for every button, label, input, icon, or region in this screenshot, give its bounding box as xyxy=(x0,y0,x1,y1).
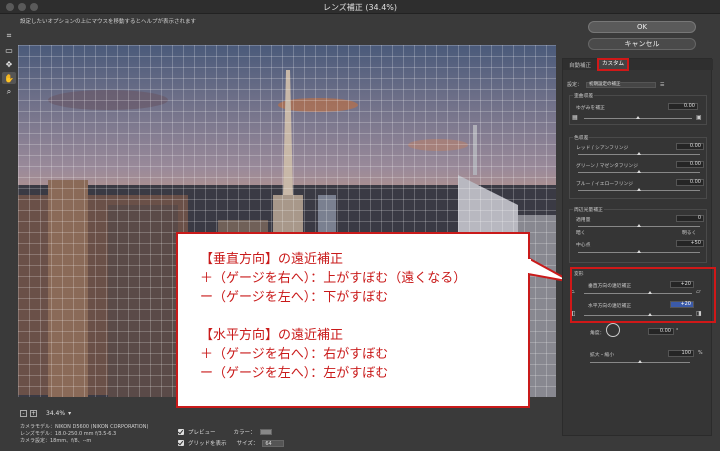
vignette-title: 周辺光量補正 xyxy=(573,206,604,213)
chromatic-title: 色収差 xyxy=(573,134,590,141)
distortion-slider[interactable] xyxy=(584,116,692,119)
preview-option[interactable]: プレビュー カラー： xyxy=(178,428,272,436)
camera-model: カメラモデル：NIKON D5600 (NIKON CORPORATION) xyxy=(20,424,149,430)
callout-line-1: 【垂直方向】の遠近補正 xyxy=(200,252,344,267)
callout-line-4: 【水平方向】の遠近補正 xyxy=(200,328,344,343)
angle-value[interactable]: 0.00 xyxy=(648,328,674,335)
distortion-value[interactable]: 0.00 xyxy=(668,103,698,110)
vignette-midpoint-value[interactable]: +50 xyxy=(676,240,704,247)
distortion-title: 歪曲収差 xyxy=(573,92,595,99)
lens-model: レンズモデル：18.0-250.0 mm f/3.5-6.3 xyxy=(20,431,117,437)
pincushion-icon: ▦ xyxy=(572,114,578,121)
camera-info: カメラモデル：NIKON D5600 (NIKON CORPORATION) レ… xyxy=(20,424,148,445)
callout-line-2: ＋（ゲージを右へ）：上がすぼむ（遠くなる） xyxy=(200,271,467,286)
move-grid-tool-icon[interactable]: ✥ xyxy=(2,58,16,70)
zoom-controls: - + 34.4% ▾ xyxy=(20,410,71,417)
settings-row: 設定： 初期設定の補正 ☰ xyxy=(567,81,665,88)
blue-yellow-slider[interactable] xyxy=(578,188,700,191)
vignette-midpoint-label: 中心点 xyxy=(576,243,591,248)
callout-line-3: ー（ゲージを左へ）：下がすぼむ xyxy=(200,290,389,305)
grid-size-select[interactable]: 64 xyxy=(262,439,285,447)
correction-panel: 自動補正 カスタム 設定： 初期設定の補正 ☰ 歪曲収差 ゆがみを補正 0.00… xyxy=(562,58,713,436)
callout-line-5: ＋（ゲージを右へ）：右がすぼむ xyxy=(200,347,389,362)
show-grid-label: グリッドを表示 xyxy=(188,441,227,447)
red-cyan-label: レッド / シアンフリンジ xyxy=(576,146,629,151)
remove-distortion-tool-icon[interactable]: ⌗ xyxy=(2,30,16,42)
straighten-tool-icon[interactable]: ▭ xyxy=(2,44,16,56)
grid-option[interactable]: グリッドを表示 サイズ： 64 xyxy=(178,439,285,447)
zoom-level-select[interactable]: 34.4% xyxy=(46,410,65,417)
size-label: サイズ： xyxy=(236,441,259,447)
window-title: レンズ補正 (34.4%) xyxy=(322,3,398,12)
preview-checkbox[interactable] xyxy=(178,429,184,435)
distortion-label: ゆがみを補正 xyxy=(576,106,605,111)
scale-unit: % xyxy=(698,351,703,356)
title-bar: レンズ補正 (34.4%) xyxy=(0,0,720,14)
ok-button[interactable]: OK xyxy=(588,21,696,33)
vignette-group: 周辺光量補正 適用量 0 暗く 明るく 中心点 +50 xyxy=(569,206,707,263)
scale-slider[interactable] xyxy=(590,360,690,363)
tab-auto-correction[interactable]: 自動補正 xyxy=(569,61,591,69)
green-magenta-label: グリーン / マゼンタフリンジ xyxy=(576,164,638,169)
distortion-group: 歪曲収差 ゆがみを補正 0.00 ▦ ▣ xyxy=(569,92,707,125)
help-hint: 設定したいオプションの上にマウスを移動するとヘルプが表示されます xyxy=(20,19,197,25)
callout-line-6: ー（ゲージを左へ）：左がすぼむ xyxy=(200,366,389,381)
zoom-out-button[interactable]: - xyxy=(20,410,27,417)
color-label: カラー： xyxy=(233,430,256,436)
vignette-amount-value[interactable]: 0 xyxy=(676,215,704,222)
chromatic-aberration-group: 色収差 レッド / シアンフリンジ 0.00 グリーン / マゼンタフリンジ 0… xyxy=(569,134,707,199)
green-magenta-slider[interactable] xyxy=(578,170,700,173)
angle-label: 角度： xyxy=(590,331,605,336)
preview-label: プレビュー xyxy=(188,430,216,436)
tab-bar: 自動補正 カスタム xyxy=(563,58,713,71)
angle-unit: ° xyxy=(676,329,679,334)
scale-value[interactable]: 100 xyxy=(668,350,694,357)
transform-highlight-box xyxy=(570,267,716,323)
red-cyan-slider[interactable] xyxy=(578,152,700,155)
vignette-amount-label: 適用量 xyxy=(576,218,591,223)
blue-yellow-label: ブルー / イエローフリンジ xyxy=(576,182,634,187)
tool-palette: ⌗ ▭ ✥ ✋ ⌕ xyxy=(0,28,18,100)
vignette-amount-slider[interactable] xyxy=(578,224,700,227)
vignette-light-label: 明るく xyxy=(682,231,697,236)
settings-menu-icon[interactable]: ☰ xyxy=(660,82,664,88)
cancel-button[interactable]: キャンセル xyxy=(588,38,696,50)
zoom-in-button[interactable]: + xyxy=(30,410,37,417)
show-grid-checkbox[interactable] xyxy=(178,440,184,446)
vignette-midpoint-slider[interactable] xyxy=(578,250,700,253)
green-magenta-value[interactable]: 0.00 xyxy=(676,161,704,168)
settings-select[interactable]: 初期設定の補正 xyxy=(586,81,657,88)
explanation-callout: 【垂直方向】の遠近補正 ＋（ゲージを右へ）：上がすぼむ（遠くなる） ー（ゲージを… xyxy=(176,232,530,408)
scale-label: 拡大・縮小 xyxy=(590,353,614,358)
vignette-dark-label: 暗く xyxy=(576,231,586,236)
camera-settings: カメラ設定：18mm、f/8、--m xyxy=(20,438,92,444)
barrel-icon: ▣ xyxy=(696,114,702,121)
hand-tool-icon[interactable]: ✋ xyxy=(2,72,16,84)
angle-dial[interactable] xyxy=(606,323,620,337)
tab-custom[interactable]: カスタム xyxy=(597,58,629,71)
chevron-down-icon[interactable]: ▾ xyxy=(68,410,71,417)
blue-yellow-value[interactable]: 0.00 xyxy=(676,179,704,186)
settings-label: 設定： xyxy=(567,82,583,88)
zoom-tool-icon[interactable]: ⌕ xyxy=(2,86,16,98)
red-cyan-value[interactable]: 0.00 xyxy=(676,143,704,150)
grid-color-swatch[interactable] xyxy=(259,429,272,435)
